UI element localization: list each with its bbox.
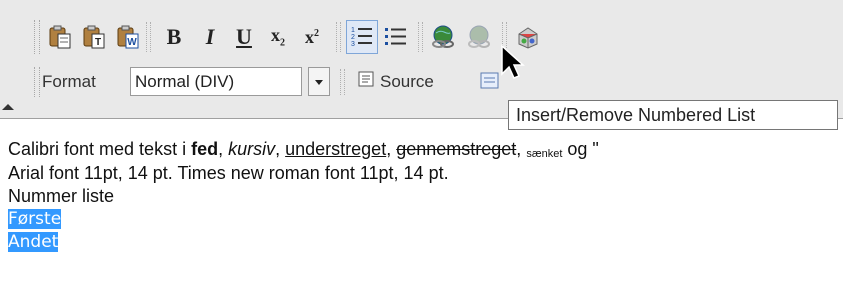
bulleted-list-button[interactable] <box>380 20 412 54</box>
unlink-icon <box>467 24 493 50</box>
triangle-up-icon <box>0 101 16 118</box>
svg-text:2: 2 <box>351 34 355 41</box>
subscript-text: sænket <box>526 148 563 160</box>
paste-icon <box>47 24 73 50</box>
selected-text: Andet <box>8 232 59 252</box>
format-select[interactable]: Normal (DIV) <box>130 67 302 96</box>
toolbar-grip[interactable] <box>34 20 40 54</box>
svg-text:T: T <box>95 37 101 48</box>
italic-text: kursiv <box>228 139 276 159</box>
subscript-label: x2 <box>271 25 285 49</box>
paste-text-button[interactable]: T <box>78 20 110 54</box>
toolbar-separator <box>336 22 341 52</box>
source-label: Source <box>380 71 434 91</box>
tooltip: Insert/Remove Numbered List <box>508 100 838 130</box>
editor-content-area[interactable]: Calibri font med tekst i fed, kursiv, un… <box>0 118 843 282</box>
toolbar-grip[interactable] <box>34 67 40 97</box>
italic-label: I <box>205 24 215 49</box>
underline-button[interactable]: U <box>228 20 260 54</box>
underlined-text: understreget <box>285 139 387 159</box>
link-icon <box>431 24 457 50</box>
content-line: Arial font 11pt, 14 pt. Times new roman … <box>8 163 449 183</box>
subscript-button[interactable]: x2 <box>262 20 294 54</box>
numbered-list-icon: 123 <box>350 24 374 50</box>
content-line: Calibri font med tekst i fed, kursiv, un… <box>8 139 599 160</box>
paste-from-word-button[interactable]: W <box>112 20 144 54</box>
collapse-toolbar-button[interactable] <box>0 96 16 114</box>
selected-text: Første <box>8 209 62 229</box>
content-line: Nummer liste <box>8 186 115 206</box>
source-icon <box>358 71 374 92</box>
toolbar-separator <box>146 22 151 52</box>
bulleted-list-icon <box>384 25 408 49</box>
svg-text:3: 3 <box>351 41 355 48</box>
paste-from-word-icon: W <box>115 24 141 50</box>
format-label: Format <box>42 72 96 91</box>
list-item: Andet <box>8 232 59 252</box>
toolbar-separator <box>418 22 423 52</box>
mouse-pointer-icon <box>500 44 526 89</box>
toolbar-separator <box>340 69 345 95</box>
bold-text: fed <box>191 139 219 159</box>
unlink-button[interactable] <box>464 20 496 54</box>
list-item: Første <box>8 209 62 229</box>
strikethrough-text: gennemstreget <box>396 139 517 159</box>
svg-text:1: 1 <box>351 27 355 34</box>
link-button[interactable] <box>428 20 460 54</box>
format-dropdown-button[interactable] <box>308 67 330 96</box>
svg-text:W: W <box>127 37 137 48</box>
bold-label: B <box>166 24 182 49</box>
paste-button[interactable] <box>44 20 76 54</box>
bold-button[interactable]: B <box>158 20 190 54</box>
document-icon <box>479 70 501 92</box>
superscript-label: x2 <box>305 26 319 47</box>
numbered-list-button[interactable]: 123 <box>346 20 378 54</box>
paste-text-icon: T <box>81 24 107 50</box>
chevron-down-icon <box>314 73 324 91</box>
superscript-button[interactable]: x2 <box>296 20 328 54</box>
underline-label: U <box>236 24 252 49</box>
italic-button[interactable]: I <box>194 20 226 54</box>
source-button[interactable]: Source <box>358 67 434 96</box>
